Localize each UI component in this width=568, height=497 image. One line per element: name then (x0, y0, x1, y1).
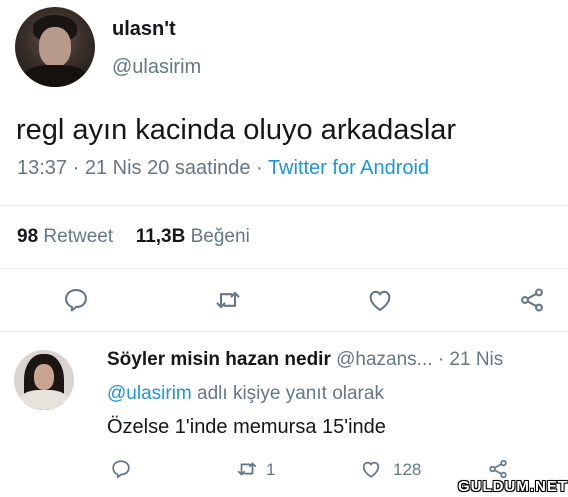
tweet-text: regl ayın kacinda oluyo arkadaslar (16, 114, 457, 146)
meta-separator: · (72, 157, 85, 179)
like-label: Beğeni (190, 226, 250, 247)
engagement-counts: 98 Retweet 11,3B Beğeni (17, 226, 250, 248)
author-name[interactable]: ulasn't (112, 18, 176, 41)
reply-retweet-count: 1 (266, 460, 276, 479)
tweet-time[interactable]: 13:37 (17, 157, 67, 179)
tweet-source[interactable]: Twitter for Android (268, 157, 429, 179)
share-icon[interactable] (487, 458, 509, 480)
reply-author-avatar[interactable] (14, 350, 74, 410)
reply-header: Söyler misin hazan nedir @hazans... · 21… (107, 349, 503, 371)
divider (0, 268, 568, 269)
meta-separator: · (437, 349, 450, 370)
replying-label: adlı kişiye yanıt olarak (197, 383, 384, 404)
retweet-icon[interactable] (236, 458, 258, 480)
retweet-stat[interactable]: 98 Retweet (17, 226, 113, 247)
like-icon[interactable] (366, 286, 394, 314)
replying-mention[interactable]: @ulasirim (107, 383, 192, 404)
avatar-shirt (23, 65, 87, 87)
avatar-body (20, 390, 68, 410)
reply-text: Özelse 1'inde memursa 15'inde (107, 416, 386, 438)
author-avatar[interactable] (15, 7, 95, 87)
like-stat[interactable]: 11,3B Beğeni (136, 226, 250, 247)
avatar-face (39, 27, 71, 67)
author-handle[interactable]: @ulasirim (112, 56, 201, 79)
tweet-meta: 13:37 · 21 Nis 20 saatinde · Twitter for… (17, 157, 429, 180)
like-count: 11,3B (135, 226, 186, 247)
tweet-date[interactable]: 21 Nis 20 saatinde (85, 157, 251, 179)
meta-separator: · (256, 157, 268, 179)
reply-icon[interactable] (62, 286, 90, 314)
reply-date[interactable]: 21 Nis (449, 349, 503, 370)
divider (0, 331, 568, 332)
retweet-icon[interactable] (214, 286, 242, 314)
divider (0, 205, 568, 206)
like-icon[interactable] (360, 458, 382, 480)
reply-author-handle[interactable]: @hazans... (336, 349, 432, 370)
reply-author-name[interactable]: Söyler misin hazan nedir (107, 349, 331, 370)
replying-to: @ulasirim adlı kişiye yanıt olarak (107, 383, 384, 405)
retweet-count: 98 (17, 226, 39, 247)
reply-icon[interactable] (110, 458, 132, 480)
retweet-label: Retweet (43, 226, 114, 247)
share-icon[interactable] (518, 286, 546, 314)
watermark: GULDUM.NET (458, 478, 568, 495)
avatar-face (34, 364, 54, 390)
reply-like-count: 128 (393, 460, 422, 479)
